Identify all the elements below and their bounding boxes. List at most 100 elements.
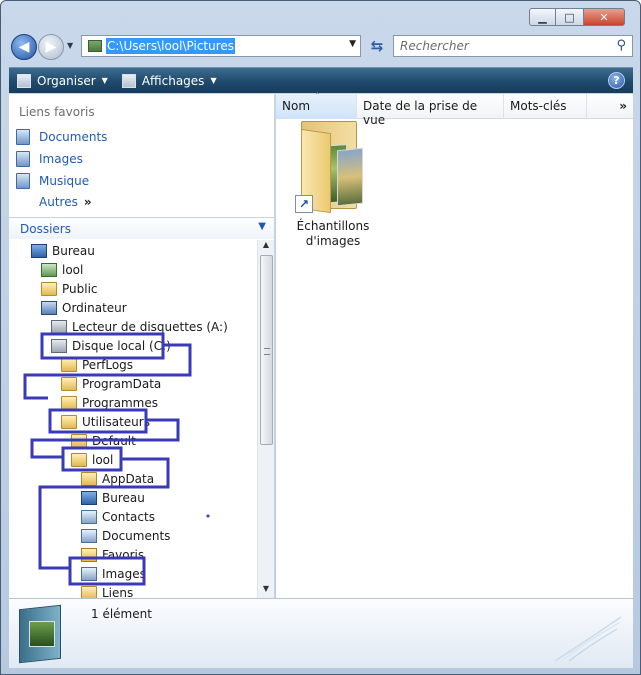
computer-icon (41, 301, 57, 315)
more-columns-icon[interactable]: » (619, 99, 627, 113)
tree-item-label: Bureau (102, 491, 145, 505)
pictures-icon (81, 567, 97, 581)
tree-item-user[interactable]: lool (41, 261, 83, 279)
scroll-up-icon[interactable]: ▲ (258, 240, 274, 254)
sample-pictures-folder-icon: ↗ (293, 121, 373, 214)
hard-drive-icon (51, 339, 67, 353)
folder-icon (61, 377, 77, 391)
tree-item-label: Utilisateurs (82, 415, 150, 429)
chevron-down-icon: ▼ (210, 76, 217, 85)
views-label: Affichages (141, 73, 205, 88)
tree-item-programmes[interactable]: Programmes (61, 394, 158, 412)
minimize-button[interactable]: ▁ (529, 8, 556, 26)
caption-buttons: ▁ □ ✕ (529, 8, 625, 26)
tree-item-label: Favoris (102, 548, 145, 562)
folder-icon (71, 453, 87, 467)
help-button[interactable]: ? (608, 72, 625, 89)
favorite-link-label: Images (39, 152, 83, 166)
tree-scrollbar[interactable]: ▲ ▼ (257, 240, 274, 598)
folder-tree: Bureau lool Public Ordinateur Lecteur de… (9, 240, 257, 598)
file-name-line: d'images (305, 234, 361, 248)
favorite-link-label: Documents (39, 130, 108, 144)
floppy-drive-icon (51, 320, 67, 334)
chevron-down-icon: ▼ (101, 76, 108, 85)
tree-item-user-folder[interactable]: lool (71, 451, 113, 469)
tree-item-label: PerfLogs (82, 358, 134, 372)
folders-header[interactable]: Dossiers ▼ (9, 217, 274, 239)
tree-item-liens[interactable]: Liens (81, 584, 133, 598)
tree-item-documents[interactable]: Documents (81, 527, 170, 545)
search-input[interactable]: Rechercher ⚲ (393, 35, 633, 57)
search-icon[interactable]: ⚲ (616, 38, 626, 53)
tree-item-local-disk[interactable]: Disque local (C:) (51, 337, 171, 355)
tree-item-contacts[interactable]: Contacts (81, 508, 155, 526)
tree-item-programdata[interactable]: ProgramData (61, 375, 161, 393)
column-label: Nom (282, 99, 311, 113)
tree-item-label: Disque local (C:) (72, 339, 171, 353)
address-dropdown-icon[interactable]: ▼ (349, 39, 356, 49)
address-bar[interactable]: C:\Users\lool\Pictures ▼ (81, 35, 361, 57)
tree-item-utilisateurs[interactable]: Utilisateurs (61, 413, 150, 431)
favorite-links-title: Liens favoris (19, 105, 95, 119)
tree-item-computer[interactable]: Ordinateur (41, 299, 127, 317)
music-icon (16, 173, 30, 189)
column-label: Date de la prise de vue (363, 99, 478, 127)
folder-icon (81, 472, 97, 486)
refresh-button[interactable]: ⇆ (366, 36, 388, 56)
scroll-down-icon[interactable]: ▼ (258, 584, 274, 598)
favorite-link-images[interactable]: Images (16, 151, 83, 167)
tree-item-appdata[interactable]: AppData (81, 470, 154, 488)
desktop-icon (81, 491, 97, 505)
recent-pages-dropdown[interactable]: ▼ (67, 41, 73, 50)
tree-item-default[interactable]: Default (71, 432, 136, 450)
more-arrows-icon: » (83, 195, 92, 209)
maximize-button[interactable]: □ (556, 8, 583, 26)
tree-item-label: Bureau (52, 244, 95, 258)
tree-item-bureau[interactable]: Bureau (31, 242, 95, 260)
grip-icon (264, 348, 270, 355)
back-button[interactable]: ◀ (11, 34, 37, 60)
tree-item-floppy[interactable]: Lecteur de disquettes (A:) (51, 318, 228, 336)
tree-item-public[interactable]: Public (41, 280, 98, 298)
chevron-down-icon[interactable]: ▼ (258, 221, 266, 232)
favorite-links-more[interactable]: Autres » (39, 195, 92, 209)
documents-icon (16, 129, 30, 145)
favorite-link-documents[interactable]: Documents (16, 129, 107, 145)
tree-item-label: Programmes (82, 396, 158, 410)
organize-button[interactable]: Organiser ▼ (17, 73, 108, 88)
column-name[interactable]: ⌃ Nom (276, 91, 357, 119)
explorer-window: ▁ □ ✕ ◀ ▶ ▼ C:\Users\lool\Pictures ▼ ⇆ R… (0, 0, 641, 675)
arrow-right-icon: ▶ (45, 39, 57, 55)
images-icon (16, 151, 30, 167)
favorite-link-music[interactable]: Musique (16, 173, 89, 189)
tree-item-label: Ordinateur (62, 301, 127, 315)
folder-icon (61, 415, 77, 429)
arrow-left-icon: ◀ (18, 39, 30, 55)
tree-item-label: Default (92, 434, 136, 448)
tree-item-label: Documents (102, 529, 171, 543)
tree-item-images[interactable]: Images (81, 565, 146, 583)
tree-item-perflogs[interactable]: PerfLogs (61, 356, 133, 374)
column-headers: ⌃ Nom Date de la prise de vue Mots-clés … (276, 91, 633, 127)
organize-label: Organiser (37, 73, 96, 88)
file-item[interactable]: ↗ Échantillons d'images (288, 121, 378, 249)
column-date-taken[interactable]: Date de la prise de vue (357, 94, 504, 127)
decorative-swirl-icon (554, 616, 622, 662)
organize-icon (17, 73, 31, 88)
tree-item-label: lool (62, 263, 84, 277)
tree-item-label: Contacts (102, 510, 155, 524)
address-text[interactable]: C:\Users\lool\Pictures (106, 38, 236, 54)
tree-item-bureau-user[interactable]: Bureau (81, 489, 145, 507)
tree-item-label: Liens (102, 586, 134, 598)
column-keywords[interactable]: Mots-clés (504, 94, 587, 119)
scrollbar-thumb[interactable] (260, 255, 273, 445)
shortcut-arrow-icon: ↗ (295, 195, 313, 213)
close-button[interactable]: ✕ (583, 8, 625, 26)
command-bar: Organiser ▼ Affichages ▼ ? (9, 67, 633, 93)
views-button[interactable]: Affichages ▼ (121, 73, 217, 88)
tree-item-label: Images (102, 567, 146, 581)
forward-button[interactable]: ▶ (38, 34, 64, 60)
tree-item-favoris[interactable]: Favoris (81, 546, 144, 564)
sort-arrow-icon: ⌃ (314, 91, 321, 100)
folders-title: Dossiers (20, 222, 71, 236)
